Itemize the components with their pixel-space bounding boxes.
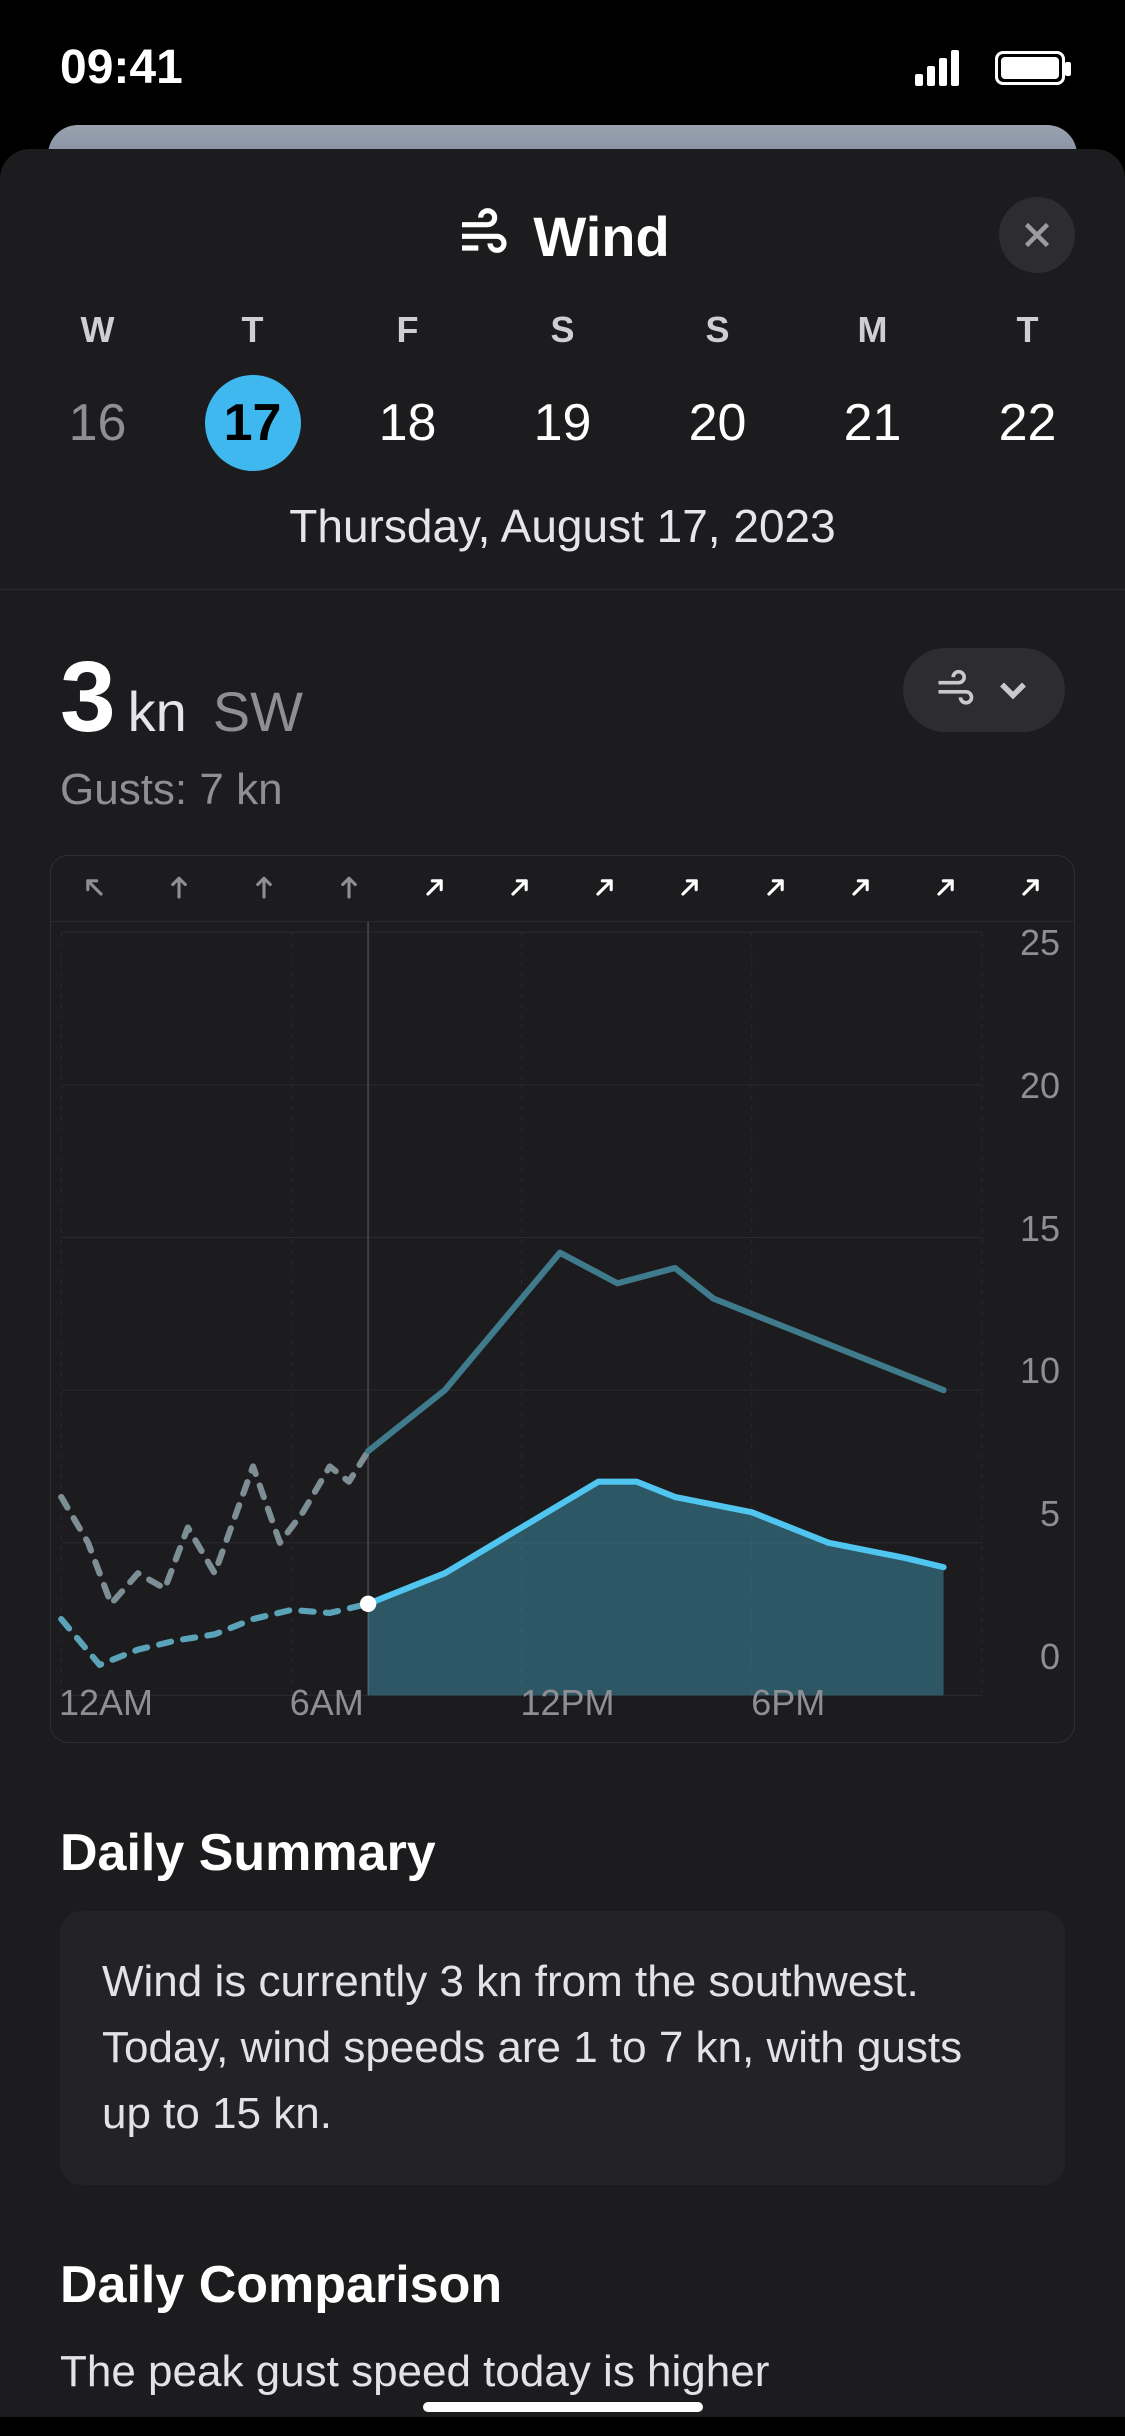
status-time: 09:41 [60, 40, 183, 95]
day-number: 18 [360, 375, 456, 471]
cellular-icon [915, 50, 959, 86]
day-column[interactable]: F 18 [338, 309, 478, 471]
wind-chart[interactable]: 25 20 15 10 5 0 12AM 6AM 12PM 6PM [50, 855, 1075, 1743]
day-column[interactable]: T 17 [183, 309, 323, 471]
day-picker: W 16 T 17 F 18 S 19 S 20 M 21 T 22 [0, 309, 1125, 491]
home-indicator[interactable] [423, 2402, 703, 2412]
wind-icon [455, 206, 511, 267]
y-tick-label: 15 [1020, 1208, 1060, 1250]
daily-summary-title: Daily Summary [60, 1823, 1065, 1883]
wind-direction-arrow-icon [904, 872, 989, 907]
wind-direction-arrow-icon [818, 872, 903, 907]
day-weekday-label: T [1017, 309, 1039, 351]
day-number: 20 [670, 375, 766, 471]
x-axis-ticks: 12AM 6AM 12PM 6PM [61, 1682, 984, 1734]
wind-direction-arrow-icon [136, 872, 221, 907]
current-wind-value: 3 kn SW [60, 640, 303, 755]
x-tick-label: 6PM [751, 1682, 825, 1724]
day-number: 19 [515, 375, 611, 471]
wind-detail-sheet: Wind W 16 T 17 F 18 S 19 S 20 M 21 T 22 Thursday, Aug… [0, 149, 1125, 2417]
day-weekday-label: M [858, 309, 888, 351]
wind-plot: 25 20 15 10 5 0 12AM 6AM 12PM 6PM [51, 922, 1074, 1742]
daily-comparison-body: The peak gust speed today is higher [60, 2343, 1065, 2397]
status-indicators [915, 40, 1065, 95]
wind-direction-arrow-icon [222, 872, 307, 907]
close-icon [1019, 217, 1055, 253]
wind-direction-arrow-icon [648, 872, 733, 907]
day-weekday-label: S [550, 309, 574, 351]
x-tick-label: 6AM [290, 1682, 364, 1724]
x-tick-label: 12AM [59, 1682, 153, 1724]
day-number: 22 [980, 375, 1076, 471]
day-number: 16 [50, 375, 146, 471]
day-weekday-label: T [242, 309, 264, 351]
day-column[interactable]: S 20 [648, 309, 788, 471]
day-weekday-label: F [397, 309, 419, 351]
x-tick-label: 12PM [521, 1682, 615, 1724]
y-tick-label: 0 [1020, 1636, 1060, 1678]
day-column[interactable]: S 19 [493, 309, 633, 471]
wind-direction-arrow-icon [477, 872, 562, 907]
wind-direction-arrow-icon [989, 872, 1074, 907]
selected-date-label: Thursday, August 17, 2023 [0, 491, 1125, 589]
daily-comparison-section: Daily Comparison The peak gust speed tod… [0, 2205, 1125, 2417]
day-number: 17 [205, 375, 301, 471]
y-tick-label: 25 [1020, 922, 1060, 964]
close-button[interactable] [999, 197, 1075, 273]
gusts-label: Gusts: 7 kn [60, 755, 303, 815]
chevron-down-icon [991, 668, 1035, 712]
daily-summary-card: Wind is currently 3 kn from the southwes… [60, 1911, 1065, 2185]
wind-direction-arrow-icon [563, 872, 648, 907]
wind-direction-arrows-row [51, 856, 1074, 922]
status-bar: 09:41 [0, 0, 1125, 125]
units-picker-button[interactable] [903, 648, 1065, 732]
wind-speed-number: 3 [60, 640, 116, 755]
daily-summary-section: Daily Summary Wind is currently 3 kn fro… [0, 1773, 1125, 2205]
y-tick-label: 20 [1020, 1065, 1060, 1107]
wind-direction: SW [213, 679, 303, 744]
wind-direction-arrow-icon [733, 872, 818, 907]
wind-icon [933, 668, 977, 712]
y-tick-label: 10 [1020, 1350, 1060, 1392]
wind-direction-arrow-icon [307, 872, 392, 907]
day-weekday-label: W [81, 309, 115, 351]
wind-direction-arrow-icon [51, 872, 136, 907]
y-axis-ticks: 25 20 15 10 5 0 [1020, 922, 1060, 1678]
sheet-header: Wind [0, 149, 1125, 309]
day-column[interactable]: W 16 [28, 309, 168, 471]
y-tick-label: 5 [1020, 1493, 1060, 1535]
sheet-title: Wind [533, 204, 669, 269]
daily-comparison-title: Daily Comparison [60, 2255, 1065, 2315]
day-column[interactable]: M 21 [803, 309, 943, 471]
day-column[interactable]: T 22 [958, 309, 1098, 471]
current-wind-row: 3 kn SW Gusts: 7 kn [0, 590, 1125, 845]
wind-speed-unit: kn [128, 679, 187, 744]
battery-icon [995, 51, 1065, 85]
wind-direction-arrow-icon [392, 872, 477, 907]
day-weekday-label: S [705, 309, 729, 351]
day-number: 21 [825, 375, 921, 471]
